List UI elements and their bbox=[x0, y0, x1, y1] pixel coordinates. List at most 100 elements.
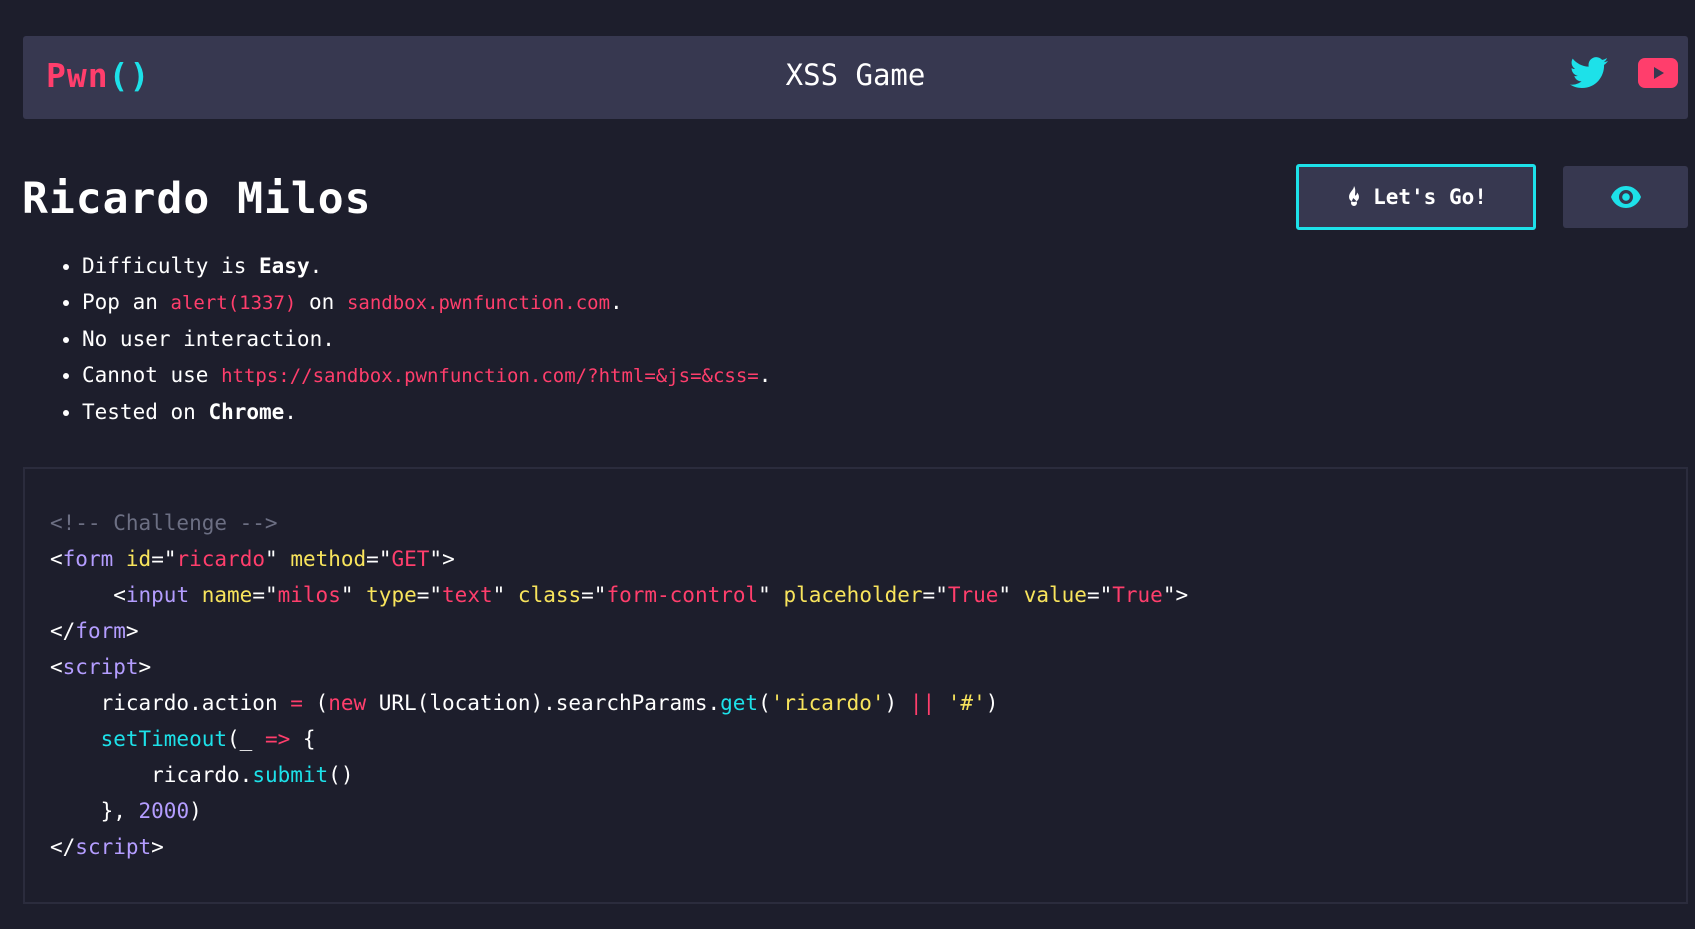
code-token: '#' bbox=[947, 691, 986, 715]
code-token: < bbox=[50, 655, 63, 679]
code-token: =" bbox=[252, 583, 278, 607]
code-token: ricardo.action bbox=[100, 691, 291, 715]
view-source-button[interactable] bbox=[1563, 166, 1688, 228]
code-lines: <!-- Challenge --> <form id="ricardo" met… bbox=[50, 505, 1188, 865]
code-token: " bbox=[1162, 583, 1176, 607]
code-token: form-control bbox=[606, 583, 759, 607]
rule-text: No user interaction. bbox=[82, 327, 335, 351]
code-line: <form id="ricardo" method="GET"> bbox=[50, 541, 1188, 577]
code-token: " bbox=[998, 583, 1012, 607]
code-token: () bbox=[328, 763, 354, 787]
code-token: =" bbox=[1086, 583, 1113, 607]
code-line: <script> bbox=[50, 649, 1188, 685]
code-token: ) bbox=[985, 691, 999, 715]
lets-go-label: Let's Go! bbox=[1373, 185, 1487, 209]
code-token: text bbox=[442, 583, 493, 607]
code-line: <!-- Challenge --> bbox=[50, 505, 1188, 541]
twitter-icon[interactable] bbox=[1570, 56, 1608, 90]
youtube-icon[interactable] bbox=[1638, 58, 1678, 88]
code-token: =" bbox=[151, 547, 177, 571]
code-line: </form> bbox=[50, 613, 1188, 649]
code-token: > bbox=[138, 655, 152, 679]
rule-code: https://sandbox.pwnfunction.com/?html=&j… bbox=[221, 365, 759, 387]
rule-text: . bbox=[758, 363, 772, 387]
code-token: True bbox=[947, 583, 999, 607]
rule-text: Cannot use bbox=[82, 363, 222, 387]
code-token: > bbox=[151, 835, 164, 859]
code-token: setTimeout bbox=[100, 727, 228, 751]
code-token: " bbox=[340, 583, 354, 607]
code-token: GET bbox=[391, 547, 430, 571]
code-token: URL(location).searchParams. bbox=[366, 691, 721, 715]
rule-code: alert(1337) bbox=[170, 292, 297, 314]
rule-text: Difficulty is bbox=[82, 254, 260, 278]
code-token: submit bbox=[252, 763, 329, 787]
code-token: form bbox=[75, 619, 126, 643]
code-line: <input name="milos" type="text" class="f… bbox=[50, 577, 1188, 613]
code-token: method bbox=[290, 547, 367, 571]
rule-code: sandbox.pwnfunction.com bbox=[346, 292, 611, 314]
code-token: ( bbox=[302, 691, 329, 715]
lets-go-button[interactable]: Let's Go! bbox=[1296, 164, 1536, 230]
rules-list: Difficulty is Easy. Pop an alert(1337) o… bbox=[40, 248, 771, 430]
code-token: value bbox=[1023, 583, 1087, 607]
code-token: =" bbox=[581, 583, 607, 607]
code-token: script bbox=[75, 835, 152, 859]
code-token: > bbox=[442, 547, 455, 571]
code-token: " bbox=[758, 583, 771, 607]
code-token: </ bbox=[50, 619, 76, 643]
code-token: form bbox=[62, 547, 114, 571]
code-token: =" bbox=[922, 583, 948, 607]
list-item: Difficulty is Easy. bbox=[82, 248, 771, 284]
code-token: { bbox=[290, 727, 316, 751]
code-token: ricardo bbox=[176, 547, 265, 571]
code-token: class bbox=[517, 583, 582, 607]
code-token: = bbox=[290, 691, 303, 715]
code-token: ) bbox=[884, 691, 910, 715]
code-token: True bbox=[1112, 583, 1163, 607]
code-token: " bbox=[265, 547, 278, 571]
code-block: <!-- Challenge --> <form id="ricardo" met… bbox=[23, 467, 1688, 904]
code-token: placeholder bbox=[783, 583, 923, 607]
rule-text: Pop an bbox=[82, 290, 171, 314]
rule-bold: Easy bbox=[259, 254, 310, 278]
code-token: milos bbox=[277, 583, 341, 607]
code-token: input bbox=[125, 583, 190, 607]
flame-icon bbox=[1349, 186, 1360, 206]
code-token: (_ bbox=[227, 727, 265, 751]
code-token: type bbox=[366, 583, 417, 607]
code-token: ) bbox=[189, 799, 202, 823]
code-token: }, bbox=[100, 799, 139, 823]
code-line: ricardo.action = (new URL(location).sear… bbox=[50, 685, 1188, 721]
code-token: get bbox=[720, 691, 759, 715]
code-line: }, 2000) bbox=[50, 793, 1188, 829]
code-token: =" bbox=[366, 547, 392, 571]
code-token: < bbox=[113, 583, 126, 607]
code-token: 2000 bbox=[138, 799, 190, 823]
list-item: Tested on Chrome. bbox=[82, 394, 771, 430]
rule-text: . bbox=[284, 400, 297, 424]
code-token: > bbox=[125, 619, 139, 643]
code-token: name bbox=[201, 583, 253, 607]
rule-text: . bbox=[309, 254, 323, 278]
code-token: </ bbox=[50, 835, 76, 859]
code-token: new bbox=[328, 691, 367, 715]
code-token: 'ricardo' bbox=[770, 691, 885, 715]
code-line: setTimeout(_ => { bbox=[50, 721, 1188, 757]
rule-text: Tested on bbox=[82, 400, 209, 424]
code-token: => bbox=[264, 727, 291, 751]
navbar: Pwn() XSS Game bbox=[23, 36, 1688, 119]
code-token: script bbox=[62, 655, 139, 679]
code-token: < bbox=[50, 547, 63, 571]
code-token: || bbox=[909, 691, 936, 715]
rule-text: . bbox=[610, 290, 623, 314]
code-token: id bbox=[125, 547, 152, 571]
code-token: " bbox=[492, 583, 506, 607]
list-item: No user interaction. bbox=[82, 321, 771, 357]
code-token: <!-- Challenge --> bbox=[50, 511, 278, 535]
rule-text: on bbox=[296, 290, 347, 314]
rule-bold: Chrome bbox=[208, 400, 285, 424]
list-item: Pop an alert(1337) on sandbox.pwnfunctio… bbox=[82, 284, 771, 321]
code-line: </script> bbox=[50, 829, 1188, 865]
